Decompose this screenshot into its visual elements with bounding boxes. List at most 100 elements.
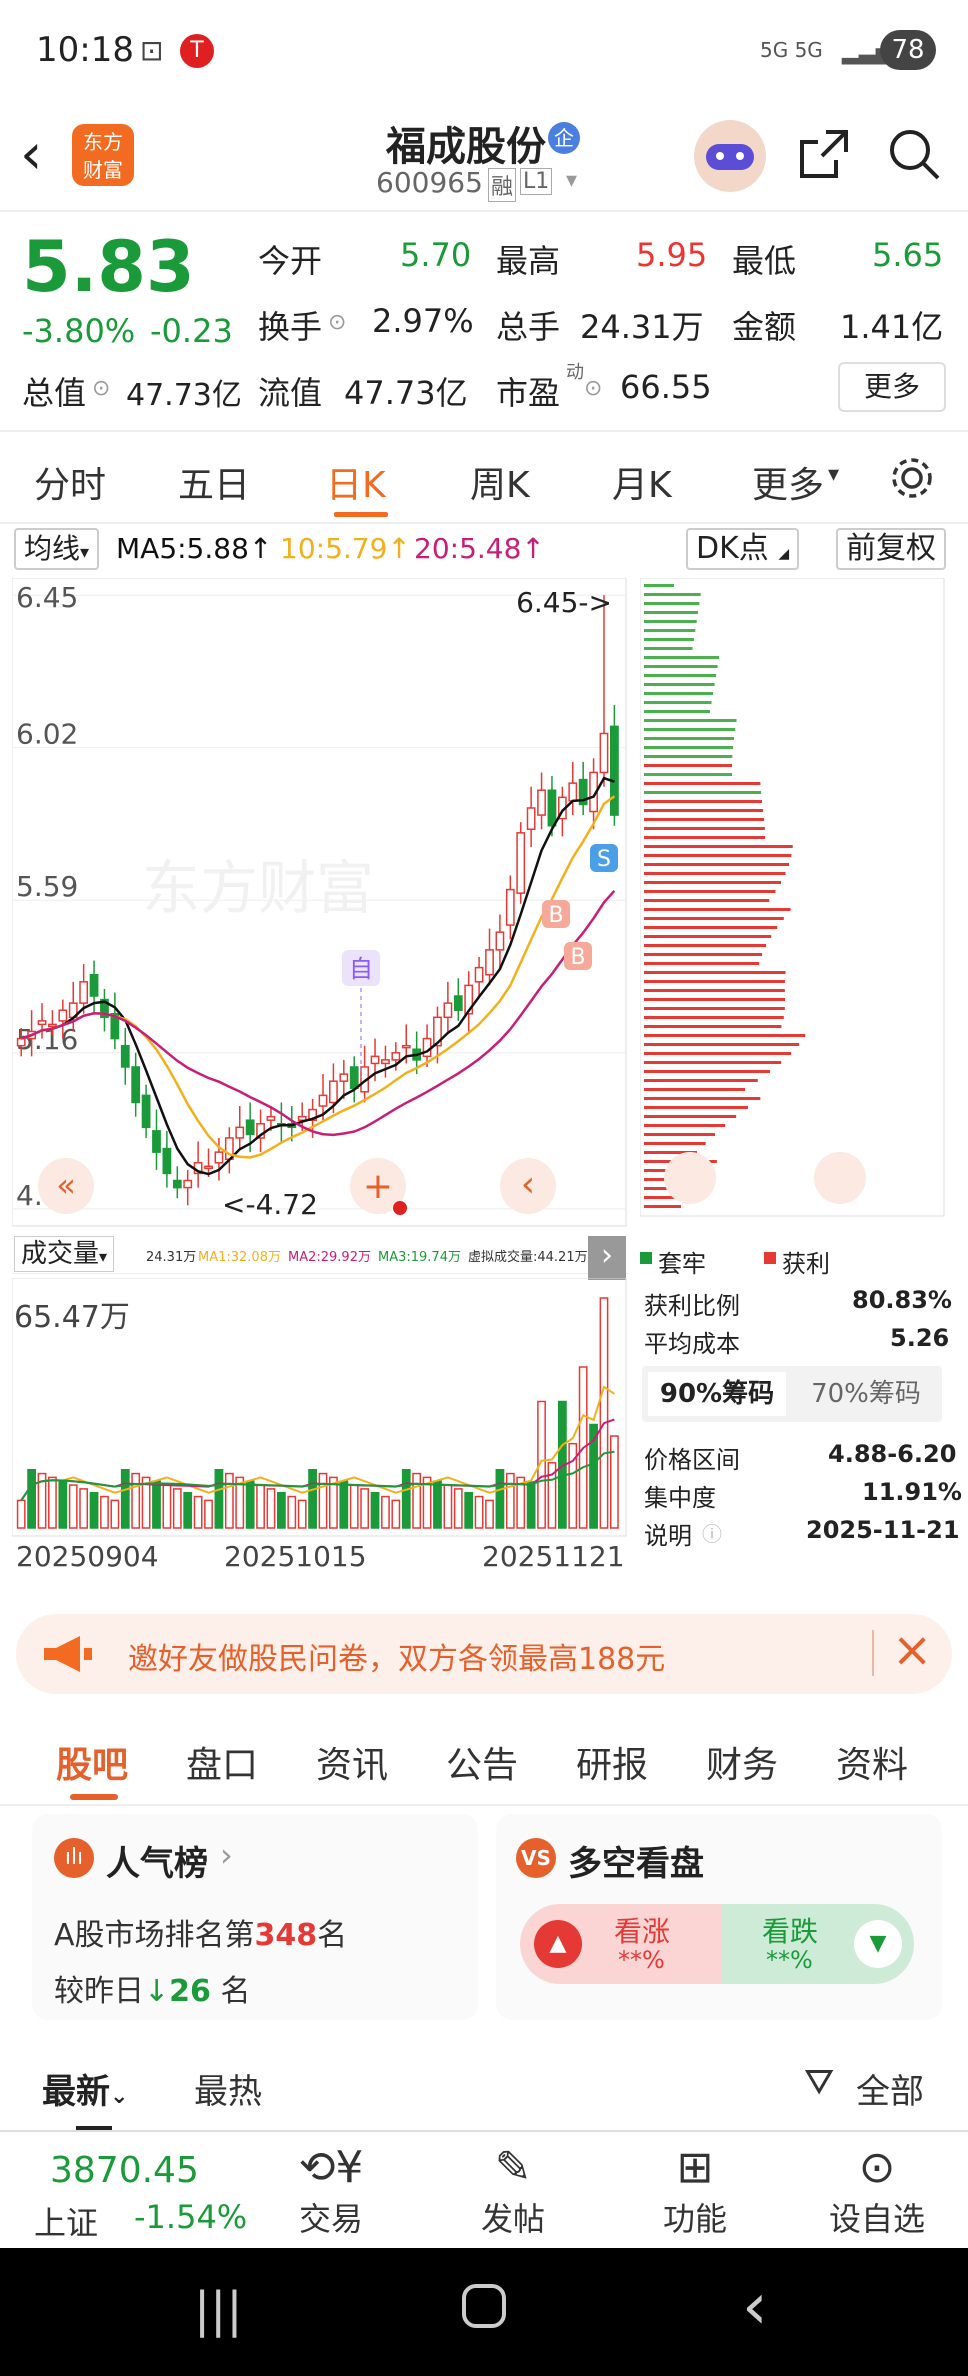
volume-bar (58, 1480, 68, 1529)
chip-bar (644, 863, 790, 866)
index-name: 上证 (34, 2204, 99, 2242)
tab-90-chips[interactable]: 90%筹码 (648, 1372, 786, 1416)
promo-banner[interactable]: 邀好友做股民问卷，双方各领最高188元 × (16, 1614, 952, 1694)
candle-body (599, 732, 609, 774)
volume-legend: 虚拟成交量:44.21万 (468, 1250, 588, 1265)
tab-intraday[interactable]: 分时 (34, 456, 106, 508)
tab-more[interactable]: 更多 (752, 456, 824, 508)
chip-bar (644, 890, 776, 893)
chip-bar (644, 1007, 785, 1010)
tab-monthly-k[interactable]: 月K (612, 456, 672, 508)
candle-body (120, 1044, 130, 1068)
candle-body (401, 1044, 411, 1049)
sell-marker: S (597, 847, 611, 872)
sort-hot[interactable]: 最热 (194, 2064, 262, 2113)
volume-bar (266, 1488, 276, 1529)
ma-type-select[interactable]: 均线▾ (14, 528, 100, 570)
ma10-legend: 10:5.79↑ (280, 532, 411, 565)
info-icon[interactable]: ⓘ (702, 1518, 722, 1547)
tab-finance[interactable]: 财务 (706, 1736, 778, 1788)
nav-functions[interactable]: ⊞ 功能 (630, 2142, 760, 2240)
tab-daily-k[interactable]: 日K (326, 456, 386, 508)
volume-bar (349, 1484, 359, 1529)
assistant-avatar[interactable] (694, 120, 766, 192)
chip-value: 2025-11-21 (806, 1516, 960, 1544)
nav-trade[interactable]: ⟲¥ 交易 (266, 2142, 396, 2240)
vs-icon: VS (516, 1838, 556, 1878)
chart-toolbar: 均线▾ MA5:5.88↑ 10:5.79↑ 20:5.48↑ DK点 ◢ 前复… (0, 524, 968, 576)
tab-news[interactable]: 资讯 (316, 1736, 388, 1788)
adjust-button[interactable]: 前复权 (836, 528, 946, 570)
bull-button[interactable]: ▲ 看涨 **% (520, 1904, 724, 1984)
tab-orderbook[interactable]: 盘口 (186, 1736, 258, 1788)
candle-body (526, 807, 536, 831)
date-label: 20251121 (482, 1540, 625, 1573)
chip-bar (644, 917, 784, 920)
close-icon[interactable]: × (892, 1622, 932, 1678)
tab-announcements[interactable]: 公告 (446, 1736, 518, 1788)
tab-profile[interactable]: 资料 (836, 1736, 908, 1788)
filter-all[interactable]: 全部 (856, 2064, 924, 2113)
candle-body (235, 1126, 245, 1139)
volume-bar (245, 1480, 255, 1529)
volume-panel[interactable]: 成交量▾ 24.31万 MA1:32.08万 MA2:29.92万 MA3:19… (12, 1234, 628, 1596)
tesla-icon: T (180, 34, 214, 68)
info-icon[interactable]: ⊙ (584, 376, 602, 401)
tab-five-day[interactable]: 五日 (178, 456, 250, 508)
chevron-down-icon[interactable]: ▾ (566, 168, 577, 193)
index-ticker[interactable]: 3870.45 上证 -1.54% (20, 2132, 260, 2250)
chip-bar (644, 1124, 726, 1127)
popularity-card[interactable]: ılı 人气榜 › A股市场排名第348名 较昨日↓26 名 (32, 1814, 478, 2020)
chip-bar (644, 971, 786, 974)
tab-forum[interactable]: 股吧 (56, 1736, 128, 1788)
back-icon[interactable]: ‹ (20, 122, 42, 187)
recent-apps-icon[interactable]: ||| (194, 2282, 243, 2338)
chip-next-button (664, 1152, 716, 1204)
chip-bar (644, 584, 675, 587)
more-button[interactable]: 更多 (838, 362, 946, 412)
tab-research[interactable]: 研报 (576, 1736, 648, 1788)
low-label: 最低 (732, 242, 797, 280)
float-cap-value: 47.73亿 (344, 374, 468, 412)
chip-value: 5.26 (890, 1324, 950, 1352)
chip-bar (644, 782, 761, 785)
chip-bar (644, 1205, 681, 1208)
active-tab-indicator (334, 512, 388, 517)
gear-icon[interactable] (886, 452, 938, 504)
volume-select[interactable]: 成交量▾ (14, 1236, 115, 1272)
nav-post[interactable]: ✎ 发帖 (448, 2142, 578, 2240)
back-icon[interactable]: ‹ (742, 2270, 768, 2344)
tab-weekly-k[interactable]: 周K (470, 456, 530, 508)
chip-bar (644, 872, 786, 875)
dk-point-button[interactable]: DK点 ◢ (686, 528, 800, 570)
home-icon[interactable] (462, 2284, 506, 2328)
share-icon[interactable] (796, 126, 852, 182)
volume-legend: MA3:19.74万 (378, 1250, 461, 1265)
watermark: 东方财富 (142, 854, 374, 922)
search-icon[interactable] (886, 126, 942, 182)
filter-icon[interactable]: ⛛ (804, 2062, 834, 2104)
caret-down-icon[interactable]: ▾ (828, 462, 839, 487)
chip-bar (644, 827, 765, 830)
ma5-legend: MA5:5.88↑ (116, 532, 273, 565)
bear-button[interactable]: 看跌 **% ▼ (722, 1904, 914, 1984)
info-icon[interactable]: ⊙ (92, 376, 110, 401)
nav-add-watchlist[interactable]: ⊙ 设自选 (812, 2142, 942, 2240)
kline-chart[interactable]: 6.456.025.595.164.72东方财富6.45-><-4.72自BBS… (11, 577, 628, 1238)
chip-key: 价格区间 (644, 1446, 740, 1474)
sort-latest[interactable]: 最新⌄ (42, 2064, 128, 2113)
volume-bar (391, 1499, 401, 1529)
chevron-right-icon[interactable]: › (588, 1236, 626, 1280)
change-percent: -3.80% (22, 312, 136, 350)
level-tag[interactable]: L1 (520, 168, 553, 195)
chip-bar (644, 1142, 706, 1145)
candle-body (141, 1094, 151, 1129)
rank-change-value: 26 (169, 1974, 211, 2009)
period-tabs: 分时 五日 日K 周K 月K 更多 ▾ (0, 430, 968, 524)
candle-body (443, 1002, 453, 1019)
tab-70-chips[interactable]: 70%筹码 (796, 1372, 936, 1416)
market-cap-value: 47.73亿 (126, 378, 242, 413)
volume-bar (100, 1495, 109, 1529)
info-icon[interactable]: ⊙ (328, 310, 346, 335)
chip-value: 4.88-6.20 (828, 1440, 957, 1468)
